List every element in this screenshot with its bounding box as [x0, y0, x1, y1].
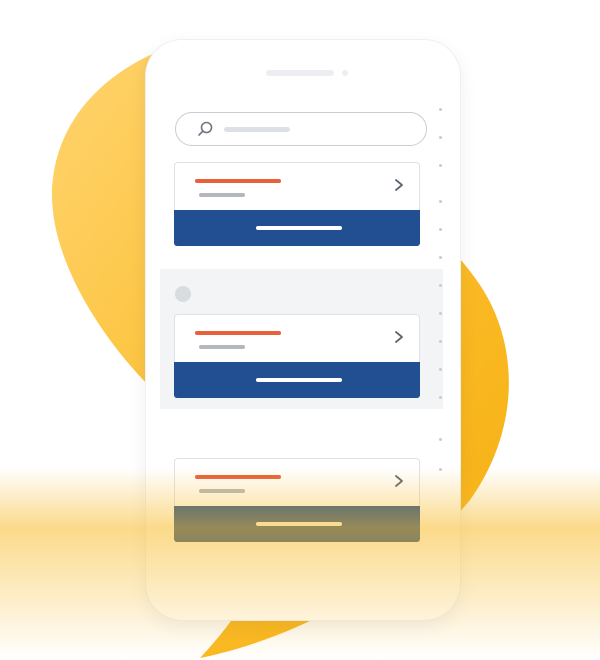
result-card-1[interactable] [174, 162, 420, 246]
result-card-3[interactable] [174, 458, 420, 542]
card-action-button[interactable] [174, 506, 420, 542]
phone-mockup [146, 40, 460, 620]
card-title-line [195, 331, 281, 335]
card-action-button[interactable] [174, 362, 420, 398]
search-icon [198, 121, 213, 136]
search-bar[interactable] [175, 112, 427, 146]
phone-screen [160, 95, 443, 595]
card-action-button[interactable] [174, 210, 420, 246]
chevron-right-icon[interactable] [391, 473, 407, 489]
card-subtitle-line [199, 193, 245, 197]
card-header[interactable] [174, 458, 420, 507]
phone-speaker [266, 70, 334, 76]
section-marker-dot [175, 286, 191, 302]
button-label-line [256, 378, 342, 382]
button-label-line [256, 522, 342, 526]
scroll-indicator [438, 108, 444, 508]
search-input[interactable] [222, 118, 416, 142]
phone-camera [342, 70, 348, 76]
result-card-2[interactable] [174, 314, 420, 398]
chevron-right-icon[interactable] [391, 177, 407, 193]
chevron-right-icon[interactable] [391, 329, 407, 345]
card-title-line [195, 179, 281, 183]
button-label-line [256, 226, 342, 230]
card-title-line [195, 475, 281, 479]
card-subtitle-line [199, 345, 245, 349]
card-header[interactable] [174, 314, 420, 363]
card-subtitle-line [199, 489, 245, 493]
card-header[interactable] [174, 162, 420, 211]
